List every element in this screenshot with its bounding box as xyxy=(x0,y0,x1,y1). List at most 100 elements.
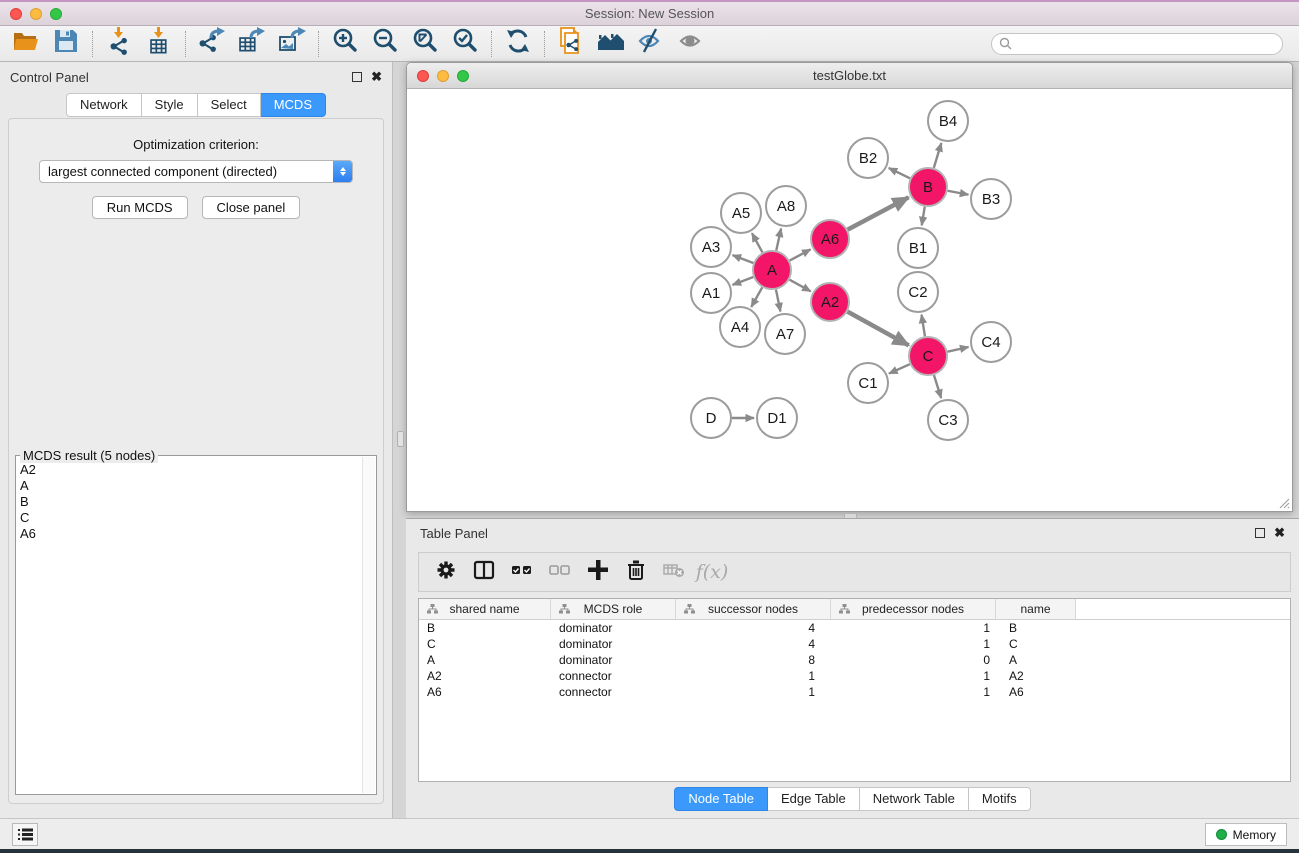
delete-column-button[interactable] xyxy=(617,556,655,588)
deselect-all-checkboxes-button[interactable] xyxy=(541,556,579,588)
import-network-button[interactable] xyxy=(99,29,139,59)
zoom-fit-button[interactable] xyxy=(405,29,445,59)
edge-C-C2[interactable] xyxy=(922,315,925,337)
cell-name[interactable]: A xyxy=(996,652,1076,668)
select-all-checkboxes-button[interactable] xyxy=(503,556,541,588)
edge-A-A4[interactable] xyxy=(751,287,762,307)
gear-button[interactable] xyxy=(427,556,465,588)
node-A[interactable]: A xyxy=(753,251,791,289)
table-row[interactable]: Bdominator41B xyxy=(419,620,1290,636)
edge-A2-C[interactable] xyxy=(848,312,909,346)
column-header-successor-nodes[interactable]: successor nodes xyxy=(676,599,831,619)
edge-A-A7[interactable] xyxy=(776,290,780,312)
export-image-button[interactable] xyxy=(272,29,312,59)
float-panel-icon[interactable] xyxy=(352,72,362,82)
tab-node-table[interactable]: Node Table xyxy=(674,787,768,811)
mcds-result-item[interactable]: C xyxy=(20,510,376,526)
tab-network-table[interactable]: Network Table xyxy=(860,787,969,811)
node-C2[interactable]: C2 xyxy=(898,272,938,312)
edge-A-A5[interactable] xyxy=(752,233,762,252)
table-row[interactable]: Adominator80A xyxy=(419,652,1290,668)
cell-predecessor-nodes[interactable]: 1 xyxy=(831,620,996,636)
node-table[interactable]: shared nameMCDS rolesuccessor nodesprede… xyxy=(418,598,1291,782)
node-A7[interactable]: A7 xyxy=(765,314,805,354)
node-A3[interactable]: A3 xyxy=(691,227,731,267)
mcds-result-item[interactable]: A xyxy=(20,478,376,494)
add-column-button[interactable] xyxy=(579,556,617,588)
edge-A-A2[interactable] xyxy=(790,280,811,292)
node-B2[interactable]: B2 xyxy=(848,138,888,178)
cell-predecessor-nodes[interactable]: 1 xyxy=(831,684,996,700)
zoom-selected-button[interactable] xyxy=(445,29,485,59)
tab-style[interactable]: Style xyxy=(142,93,198,117)
edge-A-A3[interactable] xyxy=(733,255,754,263)
tab-network[interactable]: Network xyxy=(66,93,142,117)
export-table-button[interactable] xyxy=(232,29,272,59)
table-row[interactable]: A2connector11A2 xyxy=(419,668,1290,684)
cell-MCDS-role[interactable]: connector xyxy=(551,668,676,684)
cell-name[interactable]: A6 xyxy=(996,684,1076,700)
cell-name[interactable]: C xyxy=(996,636,1076,652)
mcds-result-item[interactable]: A6 xyxy=(20,526,376,542)
export-network-button[interactable] xyxy=(192,29,232,59)
optimization-criterion-select[interactable]: largest connected component (directed) xyxy=(39,160,353,183)
cell-successor-nodes[interactable]: 1 xyxy=(676,668,831,684)
show-graphics-details-button[interactable] xyxy=(671,29,711,59)
cell-shared-name[interactable]: C xyxy=(419,636,551,652)
node-A5[interactable]: A5 xyxy=(721,193,761,233)
network-canvas[interactable]: B4B2BB3A8A5A6B1A3AA1C2A2A4A7C4CC1C3DD1 xyxy=(408,90,1291,510)
node-B4[interactable]: B4 xyxy=(928,101,968,141)
zoom-out-button[interactable] xyxy=(365,29,405,59)
cell-name[interactable]: A2 xyxy=(996,668,1076,684)
result-scrollbar[interactable] xyxy=(362,457,375,793)
edge-B-B3[interactable] xyxy=(948,191,969,195)
import-table-button[interactable] xyxy=(139,29,179,59)
resize-grip-icon[interactable] xyxy=(1278,497,1290,509)
node-D1[interactable]: D1 xyxy=(757,398,797,438)
table-row[interactable]: Cdominator41C xyxy=(419,636,1290,652)
edge-A6-B[interactable] xyxy=(848,197,909,229)
tab-select[interactable]: Select xyxy=(198,93,261,117)
tab-mcds[interactable]: MCDS xyxy=(261,93,326,117)
close-panel-button[interactable]: Close panel xyxy=(202,196,301,219)
node-C1[interactable]: C1 xyxy=(848,363,888,403)
edge-A-A6[interactable] xyxy=(790,249,811,260)
mcds-result-item[interactable]: B xyxy=(20,494,376,510)
mcds-result-item[interactable]: A2 xyxy=(20,462,376,478)
cell-shared-name[interactable]: A xyxy=(419,652,551,668)
cell-successor-nodes[interactable]: 1 xyxy=(676,684,831,700)
refresh-button[interactable] xyxy=(498,29,538,59)
column-header-shared-name[interactable]: shared name xyxy=(419,599,551,619)
network-window-titlebar[interactable]: testGlobe.txt xyxy=(407,63,1292,89)
node-B3[interactable]: B3 xyxy=(971,179,1011,219)
node-A6[interactable]: A6 xyxy=(811,220,849,258)
cell-shared-name[interactable]: A6 xyxy=(419,684,551,700)
column-header-MCDS-role[interactable]: MCDS role xyxy=(551,599,676,619)
node-table-header[interactable]: shared nameMCDS rolesuccessor nodesprede… xyxy=(419,599,1290,620)
cell-successor-nodes[interactable]: 4 xyxy=(676,620,831,636)
save-session-button[interactable] xyxy=(46,29,86,59)
tab-edge-table[interactable]: Edge Table xyxy=(768,787,860,811)
edge-C-C3[interactable] xyxy=(934,375,941,398)
cell-shared-name[interactable]: A2 xyxy=(419,668,551,684)
column-header-name[interactable]: name xyxy=(996,599,1076,619)
mcds-result-list[interactable]: A2ABCA6 xyxy=(16,456,376,542)
run-mcds-button[interactable]: Run MCDS xyxy=(92,196,188,219)
cell-shared-name[interactable]: B xyxy=(419,620,551,636)
node-D[interactable]: D xyxy=(691,398,731,438)
edge-B-B2[interactable] xyxy=(889,168,910,178)
home-button[interactable] xyxy=(591,29,631,59)
zoom-in-button[interactable] xyxy=(325,29,365,59)
memory-button[interactable]: Memory xyxy=(1205,823,1287,846)
cell-successor-nodes[interactable]: 4 xyxy=(676,636,831,652)
cell-MCDS-role[interactable]: dominator xyxy=(551,620,676,636)
search-input[interactable] xyxy=(991,33,1283,55)
hide-graphics-details-button[interactable] xyxy=(631,29,671,59)
node-B[interactable]: B xyxy=(909,168,947,206)
cell-predecessor-nodes[interactable]: 1 xyxy=(831,636,996,652)
column-header-predecessor-nodes[interactable]: predecessor nodes xyxy=(831,599,996,619)
node-A2[interactable]: A2 xyxy=(811,283,849,321)
cell-MCDS-role[interactable]: connector xyxy=(551,684,676,700)
new-network-button[interactable] xyxy=(551,29,591,59)
edge-B-B4[interactable] xyxy=(934,143,942,168)
